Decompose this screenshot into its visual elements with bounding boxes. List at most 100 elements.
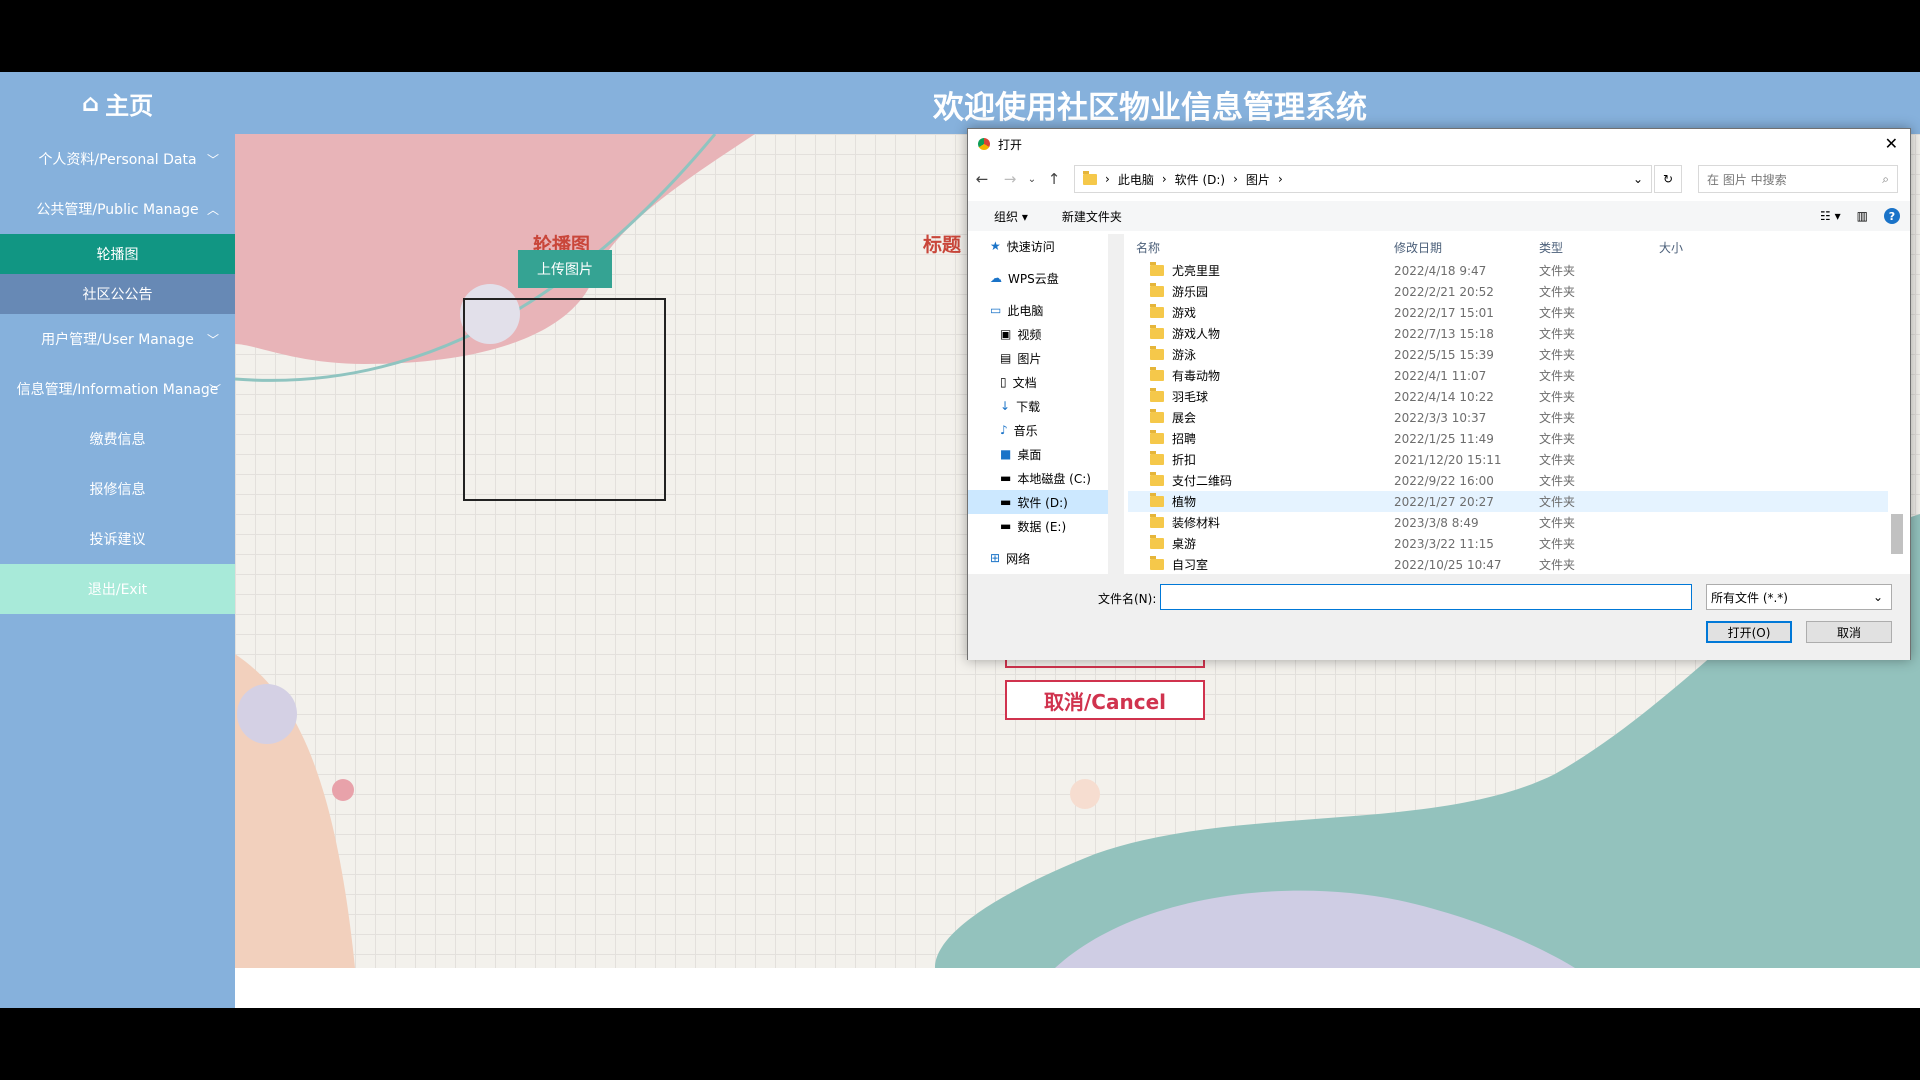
dialog-toolbar: 组织 ▾ 新建文件夹 ☷ ▾ ▥ ? bbox=[968, 201, 1910, 231]
file-date: 2022/3/3 10:37 bbox=[1394, 410, 1487, 425]
nav-network[interactable]: ⊞ 网络 bbox=[968, 546, 1108, 570]
list-item[interactable]: 游乐园 2022/2/21 20:52 文件夹 bbox=[1128, 281, 1888, 302]
list-item[interactable]: 桌游 2023/3/22 11:15 文件夹 bbox=[1128, 533, 1888, 554]
navigation-scrollbar[interactable] bbox=[1108, 234, 1124, 574]
list-item[interactable]: 植物 2022/1/27 20:27 文件夹 bbox=[1128, 491, 1888, 512]
nav-label: 下载 bbox=[1016, 399, 1041, 414]
file-name-text: 自习室 bbox=[1172, 558, 1209, 572]
dialog-cancel-button[interactable]: 取消 bbox=[1806, 621, 1892, 643]
breadcrumb-drive-d[interactable]: 软件 (D:) bbox=[1175, 171, 1225, 188]
nav-drive-c[interactable]: ▬ 本地磁盘 (C:) bbox=[968, 466, 1108, 490]
chevron-down-icon: ﹀ bbox=[206, 152, 219, 167]
column-date[interactable]: 修改日期 bbox=[1386, 239, 1531, 256]
sidebar-item-user-manage[interactable]: 用户管理/User Manage ﹀ bbox=[0, 314, 235, 364]
sidebar-item-exit[interactable]: 退出/Exit bbox=[0, 564, 235, 614]
file-type-filter[interactable]: 所有文件 (*.*) ⌄ bbox=[1706, 584, 1892, 610]
list-item[interactable]: 尤亮里里 2022/4/18 9:47 文件夹 bbox=[1128, 260, 1888, 281]
column-type[interactable]: 类型 bbox=[1531, 239, 1651, 256]
refresh-icon[interactable]: ↻ bbox=[1654, 165, 1682, 193]
file-name: 尤亮里里 bbox=[1128, 262, 1386, 279]
list-item[interactable]: 羽毛球 2022/4/14 10:22 文件夹 bbox=[1128, 386, 1888, 407]
column-name[interactable]: 名称 bbox=[1128, 239, 1386, 256]
file-name: 自习室 bbox=[1128, 556, 1386, 573]
scrollbar-thumb[interactable] bbox=[1891, 514, 1903, 554]
preview-pane-icon[interactable]: ▥ bbox=[1857, 209, 1868, 223]
nav-wps-cloud[interactable]: ☁ WPS云盘 bbox=[968, 266, 1108, 290]
desktop-icon: ■ bbox=[1000, 447, 1012, 461]
drive-icon: ▬ bbox=[1000, 495, 1012, 509]
up-arrow-icon[interactable]: ↑ bbox=[1040, 170, 1068, 188]
file-name: 展会 bbox=[1128, 409, 1386, 426]
breadcrumb-pictures[interactable]: 图片 bbox=[1246, 171, 1270, 188]
help-icon[interactable]: ? bbox=[1884, 208, 1900, 224]
open-button[interactable]: 打开(O) bbox=[1706, 621, 1792, 643]
sidebar-item-public-manage[interactable]: 公共管理/Public Manage ︿ bbox=[0, 184, 235, 234]
sidebar-item-information-manage[interactable]: 信息管理/Information Manage ﹀ bbox=[0, 364, 235, 414]
nav-drive-d[interactable]: ▬ 软件 (D:) bbox=[968, 490, 1108, 514]
breadcrumb-this-pc[interactable]: 此电脑 bbox=[1118, 171, 1154, 188]
nav-music[interactable]: ♪ 音乐 bbox=[968, 418, 1108, 442]
nav-documents[interactable]: ▯ 文档 bbox=[968, 370, 1108, 394]
file-type: 文件夹 bbox=[1539, 348, 1576, 362]
file-type: 文件夹 bbox=[1539, 327, 1576, 341]
file-name-text: 植物 bbox=[1172, 495, 1197, 509]
close-icon[interactable]: ✕ bbox=[1885, 134, 1898, 153]
nav-quick-access[interactable]: ★ 快速访问 bbox=[968, 234, 1108, 258]
filename-input[interactable] bbox=[1160, 584, 1692, 610]
sidebar-item-repair[interactable]: 报修信息 bbox=[0, 464, 235, 514]
history-chevron-icon[interactable]: ⌄ bbox=[1024, 174, 1040, 185]
file-name-text: 有毒动物 bbox=[1172, 369, 1221, 383]
list-item[interactable]: 展会 2022/3/3 10:37 文件夹 bbox=[1128, 407, 1888, 428]
sidebar-item-carousel[interactable]: 轮播图 bbox=[0, 234, 235, 274]
file-name-text: 折扣 bbox=[1172, 453, 1197, 467]
forward-arrow-icon[interactable]: → bbox=[996, 170, 1024, 188]
list-item[interactable]: 支付二维码 2022/9/22 16:00 文件夹 bbox=[1128, 470, 1888, 491]
nav-desktop[interactable]: ■ 桌面 bbox=[968, 442, 1108, 466]
list-item[interactable]: 装修材料 2023/3/8 8:49 文件夹 bbox=[1128, 512, 1888, 533]
sidebar-item-label: 个人资料/Personal Data bbox=[38, 152, 197, 168]
search-input[interactable]: 在 图片 中搜索 ⌕ bbox=[1698, 165, 1898, 193]
browser-viewport: ⌂ 主页 欢迎使用社区物业信息管理系统 个人资料/Personal Data ﹀… bbox=[0, 72, 1920, 1008]
view-options-icon[interactable]: ☷ ▾ bbox=[1820, 209, 1841, 223]
home-link[interactable]: ⌂ 主页 bbox=[0, 72, 235, 134]
file-name: 游戏 bbox=[1128, 304, 1386, 321]
list-item[interactable]: 游戏 2022/2/17 15:01 文件夹 bbox=[1128, 302, 1888, 323]
sidebar-item-notice[interactable]: 社区公公告 bbox=[0, 274, 235, 314]
file-date: 2022/2/21 20:52 bbox=[1394, 284, 1494, 299]
list-item[interactable]: 招聘 2022/1/25 11:49 文件夹 bbox=[1128, 428, 1888, 449]
file-date: 2021/12/20 15:11 bbox=[1394, 452, 1502, 467]
list-item[interactable]: 折扣 2021/12/20 15:11 文件夹 bbox=[1128, 449, 1888, 470]
file-list-scrollbar[interactable] bbox=[1890, 234, 1904, 574]
organize-button[interactable]: 组织 ▾ bbox=[986, 208, 1036, 225]
file-name-text: 桌游 bbox=[1172, 537, 1197, 551]
sidebar-item-payment[interactable]: 缴费信息 bbox=[0, 414, 235, 464]
nav-label: 图片 bbox=[1017, 351, 1042, 366]
address-bar[interactable]: › 此电脑 › 软件 (D:) › 图片 › ⌄ bbox=[1074, 165, 1652, 193]
list-item[interactable]: 自习室 2022/10/25 10:47 文件夹 bbox=[1128, 554, 1888, 575]
file-name-text: 游戏人物 bbox=[1172, 327, 1221, 341]
sidebar-item-personal-data[interactable]: 个人资料/Personal Data ﹀ bbox=[0, 134, 235, 184]
chevron-down-icon: ⌄ bbox=[1872, 590, 1883, 604]
computer-icon: ▭ bbox=[990, 303, 1002, 317]
list-item[interactable]: 游戏人物 2022/7/13 15:18 文件夹 bbox=[1128, 323, 1888, 344]
chevron-down-icon: ﹀ bbox=[208, 382, 221, 397]
nav-drive-e[interactable]: ▬ 数据 (E:) bbox=[968, 514, 1108, 538]
file-name: 游乐园 bbox=[1128, 283, 1386, 300]
chevron-down-icon[interactable]: ⌄ bbox=[1633, 172, 1643, 186]
nav-this-pc[interactable]: ▭ 此电脑 bbox=[968, 298, 1108, 322]
star-icon: ★ bbox=[990, 239, 1001, 253]
back-arrow-icon[interactable]: ← bbox=[968, 170, 996, 188]
network-icon: ⊞ bbox=[990, 551, 1001, 565]
list-item[interactable]: 游泳 2022/5/15 15:39 文件夹 bbox=[1128, 344, 1888, 365]
nav-videos[interactable]: ▣ 视频 bbox=[968, 322, 1108, 346]
new-folder-button[interactable]: 新建文件夹 bbox=[1054, 208, 1130, 225]
list-item[interactable]: 有毒动物 2022/4/1 11:07 文件夹 bbox=[1128, 365, 1888, 386]
file-name-text: 游乐园 bbox=[1172, 285, 1209, 299]
column-size[interactable]: 大小 bbox=[1651, 239, 1751, 256]
nav-downloads[interactable]: ↓ 下载 bbox=[968, 394, 1108, 418]
nav-pictures[interactable]: ▤ 图片 bbox=[968, 346, 1108, 370]
file-date: 2022/4/18 9:47 bbox=[1394, 263, 1487, 278]
sidebar-item-complaint[interactable]: 投诉建议 bbox=[0, 514, 235, 564]
cancel-button[interactable]: 取消/Cancel bbox=[1005, 680, 1205, 720]
upload-image-button[interactable]: 上传图片 bbox=[518, 250, 612, 288]
